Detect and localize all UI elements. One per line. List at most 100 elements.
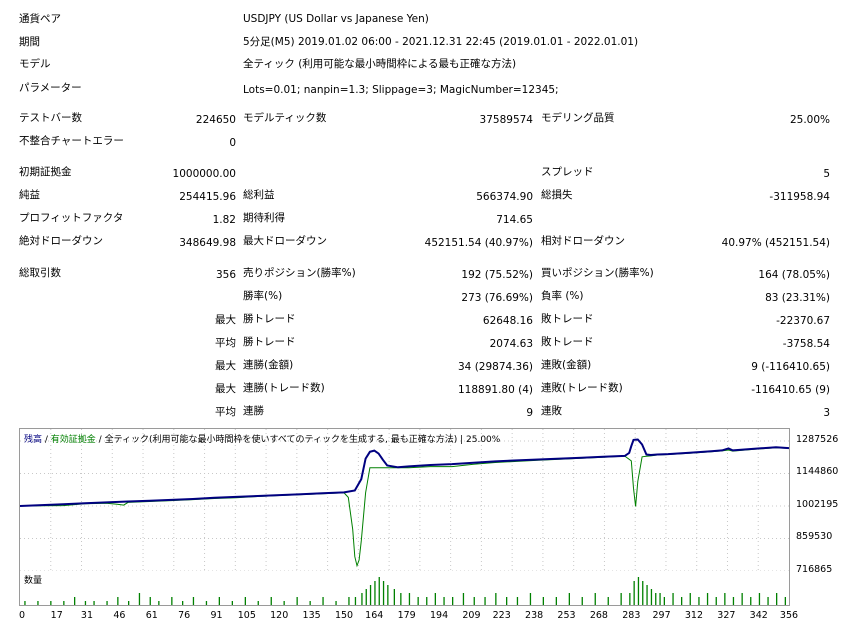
legend-balance: 残高 [24, 435, 43, 445]
volume-chart: 数量 [19, 571, 790, 606]
x-tick-label: 209 [462, 610, 481, 621]
volume-bar [655, 593, 657, 605]
rel-dd-value: 40.97% (452151.54) [721, 237, 830, 249]
spread-label: スプレッド [541, 166, 594, 178]
x-tick-label: 297 [652, 610, 671, 621]
avg-consec-losses-label: 連敗 [541, 405, 562, 417]
volume-bar [348, 597, 350, 605]
volume-bar [365, 589, 367, 605]
largest-loss-label: 敗トレード [541, 313, 594, 325]
volume-bar [117, 597, 119, 605]
volume-bar [681, 597, 683, 605]
volume-bar [767, 597, 769, 605]
x-tick-label: 105 [237, 610, 256, 621]
modeling-quality-label: モデリング品質 [541, 112, 615, 124]
params-label: パラメーター [19, 82, 82, 94]
period-label: 期間 [19, 36, 40, 48]
net-profit-value: 254415.96 [179, 191, 236, 203]
volume-bar [642, 581, 644, 605]
total-trades-value: 356 [215, 269, 236, 281]
volume-bar [270, 597, 272, 605]
volume-bar [741, 593, 743, 605]
y-tick-label: 1144860 [796, 466, 839, 478]
win-pct-label: 勝率(%) [243, 290, 283, 302]
max-consec-wins-value: 34 (29874.36) [458, 361, 533, 373]
legend-quality: 25.00% [466, 435, 501, 445]
volume-bar [400, 593, 402, 605]
avg-loss-label: 敗トレード [541, 336, 594, 348]
max-row-label-3: 最大 [215, 383, 236, 395]
volume-bar [24, 601, 26, 605]
avg-win-label: 勝トレード [243, 336, 296, 348]
max-consec-losses-value: 9 (-116410.65) [751, 361, 830, 373]
modeled-ticks-value: 37589574 [479, 114, 533, 126]
x-tick-label: 223 [492, 610, 511, 621]
volume-bar [296, 597, 298, 605]
legend-model: 全ティック(利用可能な最小時間枠を使いすべてのティックを生成する, 最も正確な方… [104, 435, 458, 445]
volume-bar [594, 593, 596, 605]
net-profit-label: 純益 [19, 189, 40, 201]
volume-bar [309, 601, 311, 605]
volume-bar [758, 593, 761, 605]
volume-bar [283, 601, 285, 605]
volume-bar [672, 593, 674, 605]
volume-bar [473, 597, 475, 605]
x-tick-label: 150 [334, 610, 354, 621]
legend-equity: 有効証拠金 [50, 435, 96, 445]
volume-bar [149, 597, 151, 605]
volume-bar [462, 593, 465, 605]
volume-bar [74, 597, 76, 605]
balance-line [20, 438, 789, 507]
long-positions-label: 買いポジション(勝率%) [541, 267, 654, 279]
volume-bar [158, 601, 160, 605]
volume-bar [637, 577, 640, 605]
x-tick-label: 61 [145, 610, 158, 621]
volume-bar [629, 593, 631, 605]
volume-bar [408, 593, 411, 605]
x-tick-label: 17 [50, 610, 63, 621]
volume-bar [650, 589, 653, 605]
max-consec-profit-label: 連勝(トレード数) [243, 382, 325, 394]
volume-bar [387, 585, 389, 605]
x-tick-label: 120 [270, 610, 289, 621]
volume-bar [568, 593, 570, 605]
max-consec-loss-value: -116410.65 (9) [751, 384, 830, 396]
x-tick-label: 356 [779, 610, 799, 621]
x-tick-label: 253 [557, 610, 576, 621]
volume-bar [434, 593, 436, 605]
gross-profit-label: 総利益 [243, 189, 275, 201]
short-positions-label: 売りポジション(勝率%) [243, 267, 356, 279]
volume-bar [138, 593, 141, 605]
avg-consec-wins-value: 9 [526, 407, 533, 419]
loss-pct-value: 83 (23.31%) [765, 292, 830, 304]
volume-bar [128, 601, 130, 605]
abs-dd-label: 絶対ドローダウン [19, 235, 103, 247]
max-row-label: 最大 [215, 314, 236, 326]
equity-line [20, 447, 789, 568]
volume-bar [495, 593, 497, 605]
volume-bar [171, 597, 173, 605]
volume-bar [542, 597, 544, 605]
volume-bar [724, 593, 726, 605]
x-tick-label: 91 [210, 610, 223, 621]
currency-pair-label: 通貨ペア [19, 13, 61, 25]
max-consec-wins-label: 連勝(金額) [243, 359, 294, 371]
avg-row-label-2: 平均 [215, 406, 236, 418]
volume-bar [607, 597, 609, 605]
x-tick-label: 179 [397, 610, 416, 621]
equity-chart-plot [20, 429, 789, 571]
abs-dd-value: 348649.98 [179, 237, 236, 249]
x-tick-label: 312 [684, 610, 704, 621]
volume-bar [620, 593, 622, 605]
volume-bar [182, 601, 184, 605]
volume-bar [205, 601, 208, 605]
largest-win-value: 62648.16 [482, 315, 533, 327]
loss-pct-label: 負率 (%) [541, 290, 584, 302]
volume-bar [732, 597, 735, 605]
x-tick-label: 342 [749, 610, 768, 621]
volume-bar [50, 601, 52, 605]
volume-bar [633, 581, 635, 605]
expected-payoff-label: 期待利得 [243, 212, 285, 224]
params-value: Lots=0.01; nanpin=1.3; Slippage=3; Magic… [243, 84, 559, 96]
legend-separator: | [457, 435, 467, 445]
